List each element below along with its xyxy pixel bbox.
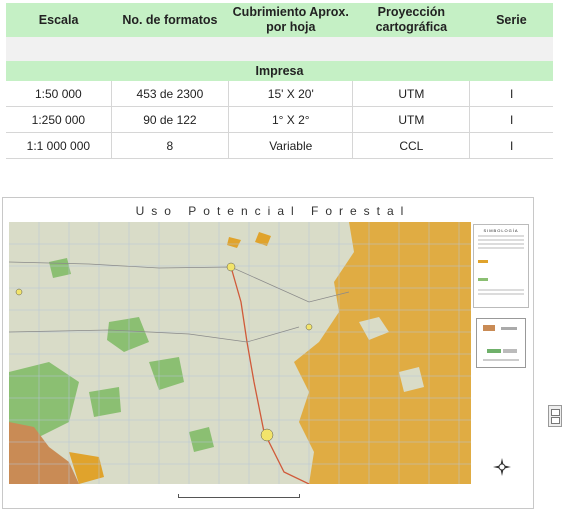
compass-rose-icon bbox=[493, 458, 511, 476]
cell-formatos: 8 bbox=[111, 132, 230, 159]
inset-line bbox=[501, 327, 517, 330]
location-inset-map bbox=[476, 318, 526, 368]
cell-serie: I bbox=[469, 132, 553, 159]
cell-formatos: 453 de 2300 bbox=[111, 81, 230, 107]
col-header-escala: Escala bbox=[6, 3, 112, 37]
table-spacer bbox=[6, 37, 553, 61]
town-marker bbox=[15, 288, 23, 296]
inset-patch bbox=[483, 325, 495, 331]
table-row: 1:250 000 90 de 122 1° X 2° UTM I bbox=[6, 106, 553, 133]
cell-escala: 1:1 000 000 bbox=[6, 132, 112, 159]
cell-serie: I bbox=[469, 106, 553, 133]
town-marker bbox=[226, 262, 236, 272]
col-header-cubrimiento: Cubrimiento Aprox. por hoja bbox=[228, 3, 353, 37]
inset-line bbox=[503, 349, 517, 353]
map-sheet[interactable]: Uso Potencial Forestal SIMBOLOGÍA bbox=[2, 197, 534, 509]
table-row: 1:1 000 000 8 Variable CCL I bbox=[6, 132, 553, 159]
legend-line bbox=[478, 243, 524, 245]
town-marker bbox=[305, 323, 313, 331]
section-label: Impresa bbox=[6, 61, 553, 81]
col-header-serie: Serie bbox=[469, 3, 553, 37]
town-marker bbox=[260, 428, 274, 442]
col-header-proyeccion: Proyección cartográfica bbox=[352, 3, 470, 37]
legend-swatch-orange bbox=[478, 260, 488, 263]
inset-patch bbox=[487, 349, 501, 353]
table-header-row: Escala No. de formatos Cubrimiento Aprox… bbox=[6, 3, 553, 37]
cell-proyeccion: CCL bbox=[352, 132, 471, 159]
legend-line bbox=[478, 293, 524, 295]
map-title: Uso Potencial Forestal bbox=[135, 204, 411, 218]
legend-line bbox=[478, 235, 524, 237]
table-row: 1:50 000 453 de 2300 15' X 20' UTM I bbox=[6, 81, 553, 107]
map-legend: SIMBOLOGÍA bbox=[473, 224, 529, 308]
cell-cubrimiento: 15' X 20' bbox=[228, 81, 354, 107]
legend-swatch-green bbox=[478, 278, 488, 281]
section-row-impresa: Impresa bbox=[6, 61, 553, 81]
cell-cubrimiento: 1° X 2° bbox=[228, 106, 354, 133]
cell-serie: I bbox=[469, 81, 553, 107]
legend-line bbox=[478, 247, 524, 249]
forest-patch bbox=[89, 387, 121, 417]
cell-formatos: 90 de 122 bbox=[111, 106, 230, 133]
cell-cubrimiento: Variable bbox=[228, 132, 354, 159]
legend-title: SIMBOLOGÍA bbox=[483, 228, 519, 233]
cell-escala: 1:250 000 bbox=[6, 106, 112, 133]
cell-escala: 1:50 000 bbox=[6, 81, 112, 107]
cell-proyeccion: UTM bbox=[352, 106, 471, 133]
product-table: Escala No. de formatos Cubrimiento Aprox… bbox=[6, 3, 553, 159]
forest-use-map bbox=[9, 222, 471, 484]
inset-line bbox=[483, 359, 519, 361]
col-header-formatos: No. de formatos bbox=[111, 3, 229, 37]
cell-proyeccion: UTM bbox=[352, 81, 471, 107]
legend-line bbox=[478, 239, 524, 241]
scale-bar bbox=[178, 494, 300, 498]
legend-line bbox=[478, 289, 524, 291]
page-toggle-icon[interactable] bbox=[548, 405, 562, 427]
inset-graphic bbox=[483, 325, 519, 361]
map-image bbox=[9, 222, 471, 484]
